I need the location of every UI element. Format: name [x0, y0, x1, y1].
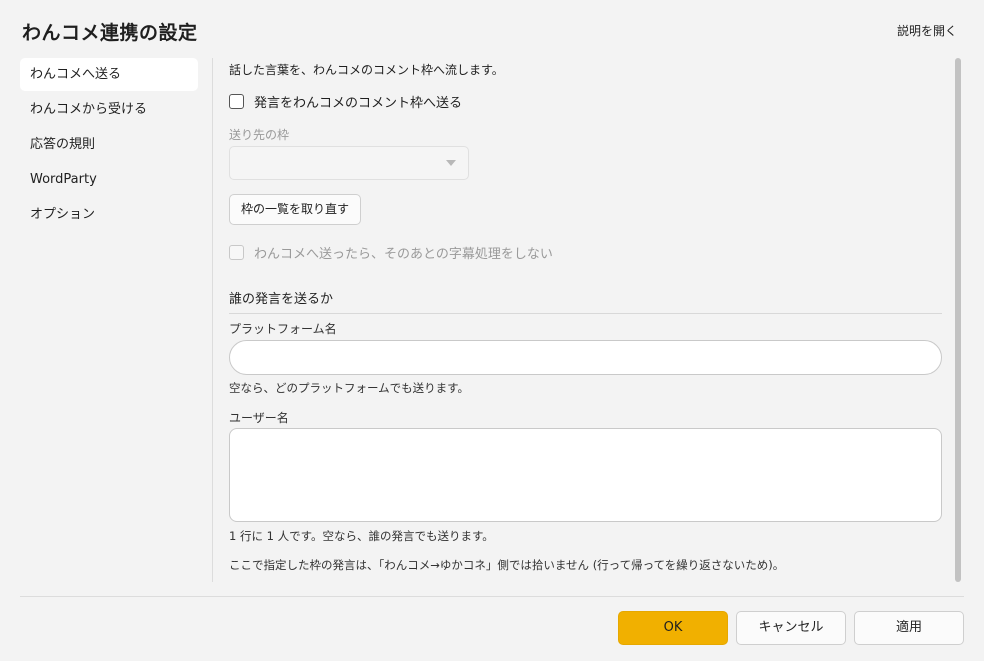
loop-note: ここで指定した枠の発言は、「わんコメ→ゆかコネ」側では拾いません (行って帰って… — [229, 558, 785, 572]
sidebar-item-label: わんコメへ送る — [30, 67, 122, 82]
sidebar-item-rules[interactable]: 応答の規則 — [20, 128, 198, 161]
skip-subtitle-checkbox[interactable] — [229, 245, 244, 260]
username-textarea[interactable] — [229, 428, 942, 522]
send-checkbox[interactable] — [229, 94, 244, 109]
sidebar-item-wordparty[interactable]: WordParty — [20, 163, 198, 196]
sidebar-item-send[interactable]: わんコメへ送る — [20, 58, 198, 91]
sidebar-divider — [212, 58, 213, 582]
sidebar-item-receive[interactable]: わんコメから受ける — [20, 93, 198, 126]
send-checkbox-label: 発言をわんコメのコメント枠へ送る — [254, 96, 463, 111]
section-title-whose-speech: 誰の発言を送るか — [229, 288, 942, 314]
scrollbar[interactable] — [955, 58, 961, 582]
username-label: ユーザー名 — [229, 411, 289, 425]
skip-subtitle-checkbox-row[interactable]: わんコメへ送ったら、そのあとの字幕処理をしない — [229, 243, 553, 262]
platform-input[interactable] — [229, 340, 942, 375]
sidebar-item-label: オプション — [30, 207, 96, 222]
sidebar-item-label: わんコメから受ける — [30, 102, 148, 117]
panel-description: 話した言葉を、わんコメのコメント枠へ流します。 — [229, 63, 504, 77]
username-hint: 1 行に 1 人です。空なら、誰の発言でも送ります。 — [229, 529, 494, 543]
settings-panel: 話した言葉を、わんコメのコメント枠へ流します。 発言をわんコメのコメント枠へ送る… — [229, 58, 942, 582]
chevron-down-icon — [446, 160, 456, 166]
ok-button[interactable]: OK — [618, 611, 728, 645]
dialog-title: わんコメ連携の設定 — [22, 22, 198, 44]
help-link[interactable]: 説明を開く — [897, 22, 957, 39]
cancel-button[interactable]: キャンセル — [736, 611, 846, 645]
platform-label: プラットフォーム名 — [229, 322, 337, 336]
platform-hint: 空なら、どのプラットフォームでも送ります。 — [229, 381, 470, 395]
sidebar-item-label: WordParty — [30, 172, 97, 187]
skip-subtitle-label: わんコメへ送ったら、そのあとの字幕処理をしない — [254, 247, 553, 262]
refresh-frames-button[interactable]: 枠の一覧を取り直す — [229, 194, 361, 225]
sidebar-item-label: 応答の規則 — [30, 137, 96, 152]
target-frame-label: 送り先の枠 — [229, 128, 290, 142]
target-frame-select[interactable] — [229, 146, 469, 180]
footer-divider — [20, 596, 964, 597]
sidebar-nav: わんコメへ送る わんコメから受ける 応答の規則 WordParty オプション — [20, 58, 198, 233]
apply-button[interactable]: 適用 — [854, 611, 964, 645]
sidebar-item-options[interactable]: オプション — [20, 198, 198, 231]
send-checkbox-row[interactable]: 発言をわんコメのコメント枠へ送る — [229, 92, 462, 111]
